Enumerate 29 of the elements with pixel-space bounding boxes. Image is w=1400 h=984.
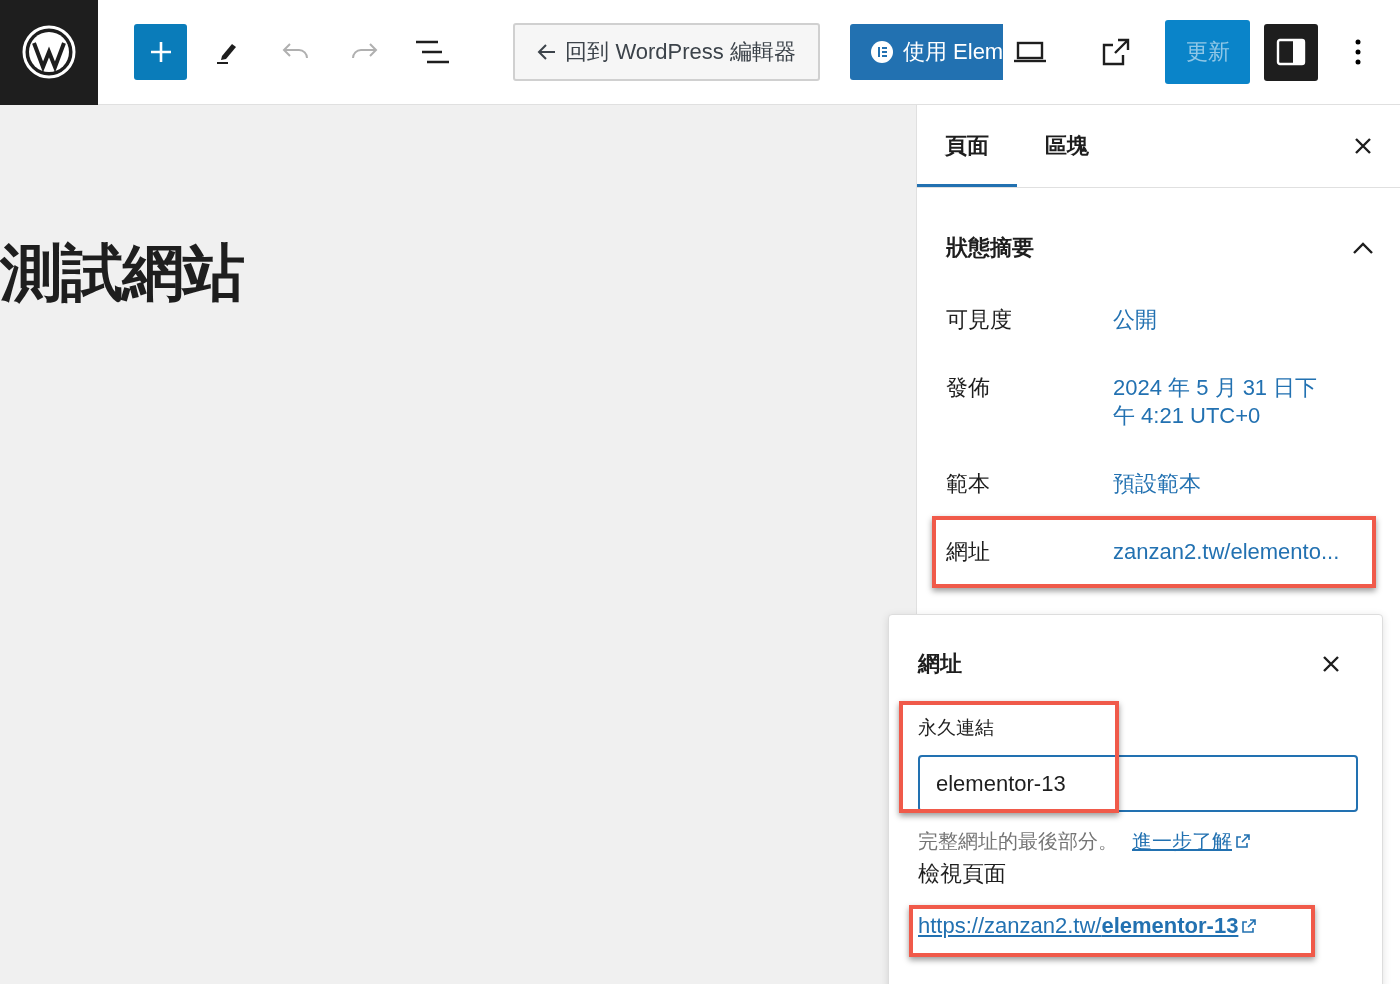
- section-heading: 檢視頁面: [918, 860, 1006, 888]
- sidebar-icon: [1276, 37, 1306, 67]
- field-label: 發佈: [946, 374, 991, 402]
- permalink-input[interactable]: elementor-13: [918, 755, 1358, 812]
- popover-title: 網址: [918, 650, 962, 678]
- field-value-link[interactable]: 2024 年 5 月 31 日下午 4:21 UTC+0: [1113, 374, 1335, 430]
- sidebar-tab[interactable]: 頁面: [917, 105, 1017, 187]
- settings-toggle[interactable]: [1264, 23, 1318, 81]
- view-page-link[interactable]: https://zanzan2.tw/elementor-13: [918, 913, 1258, 939]
- chevron-icon[interactable]: [1352, 241, 1374, 255]
- plus-icon: [148, 40, 173, 64]
- learn-more-link[interactable]: 進一步了解: [1132, 828, 1251, 855]
- external-link-icon: [1235, 833, 1251, 849]
- field-label: 永久連結: [918, 716, 994, 740]
- field-label: 範本: [946, 470, 991, 498]
- field-label: 網址: [946, 538, 991, 566]
- field-label: 可見度: [946, 306, 1013, 334]
- field-value-link[interactable]: 公開: [1113, 306, 1335, 334]
- arrow-left-icon: [537, 43, 558, 61]
- sidebar-tab[interactable]: 區塊: [1017, 105, 1117, 187]
- field-value-link[interactable]: 預設範本: [1113, 470, 1335, 498]
- help-text: 完整網址的最後部分。: [918, 829, 1118, 854]
- external-link-icon: [1241, 918, 1258, 934]
- panel-title[interactable]: 狀態摘要: [946, 233, 1034, 263]
- elementor-button[interactable]: 使用 Elem: [849, 24, 1004, 80]
- elementor-icon: [869, 40, 894, 64]
- wordpress-logo[interactable]: [0, 0, 99, 105]
- add-block-button[interactable]: [134, 24, 188, 80]
- back-to-editor-button[interactable]: 回到 WordPress 編輯器: [513, 23, 820, 81]
